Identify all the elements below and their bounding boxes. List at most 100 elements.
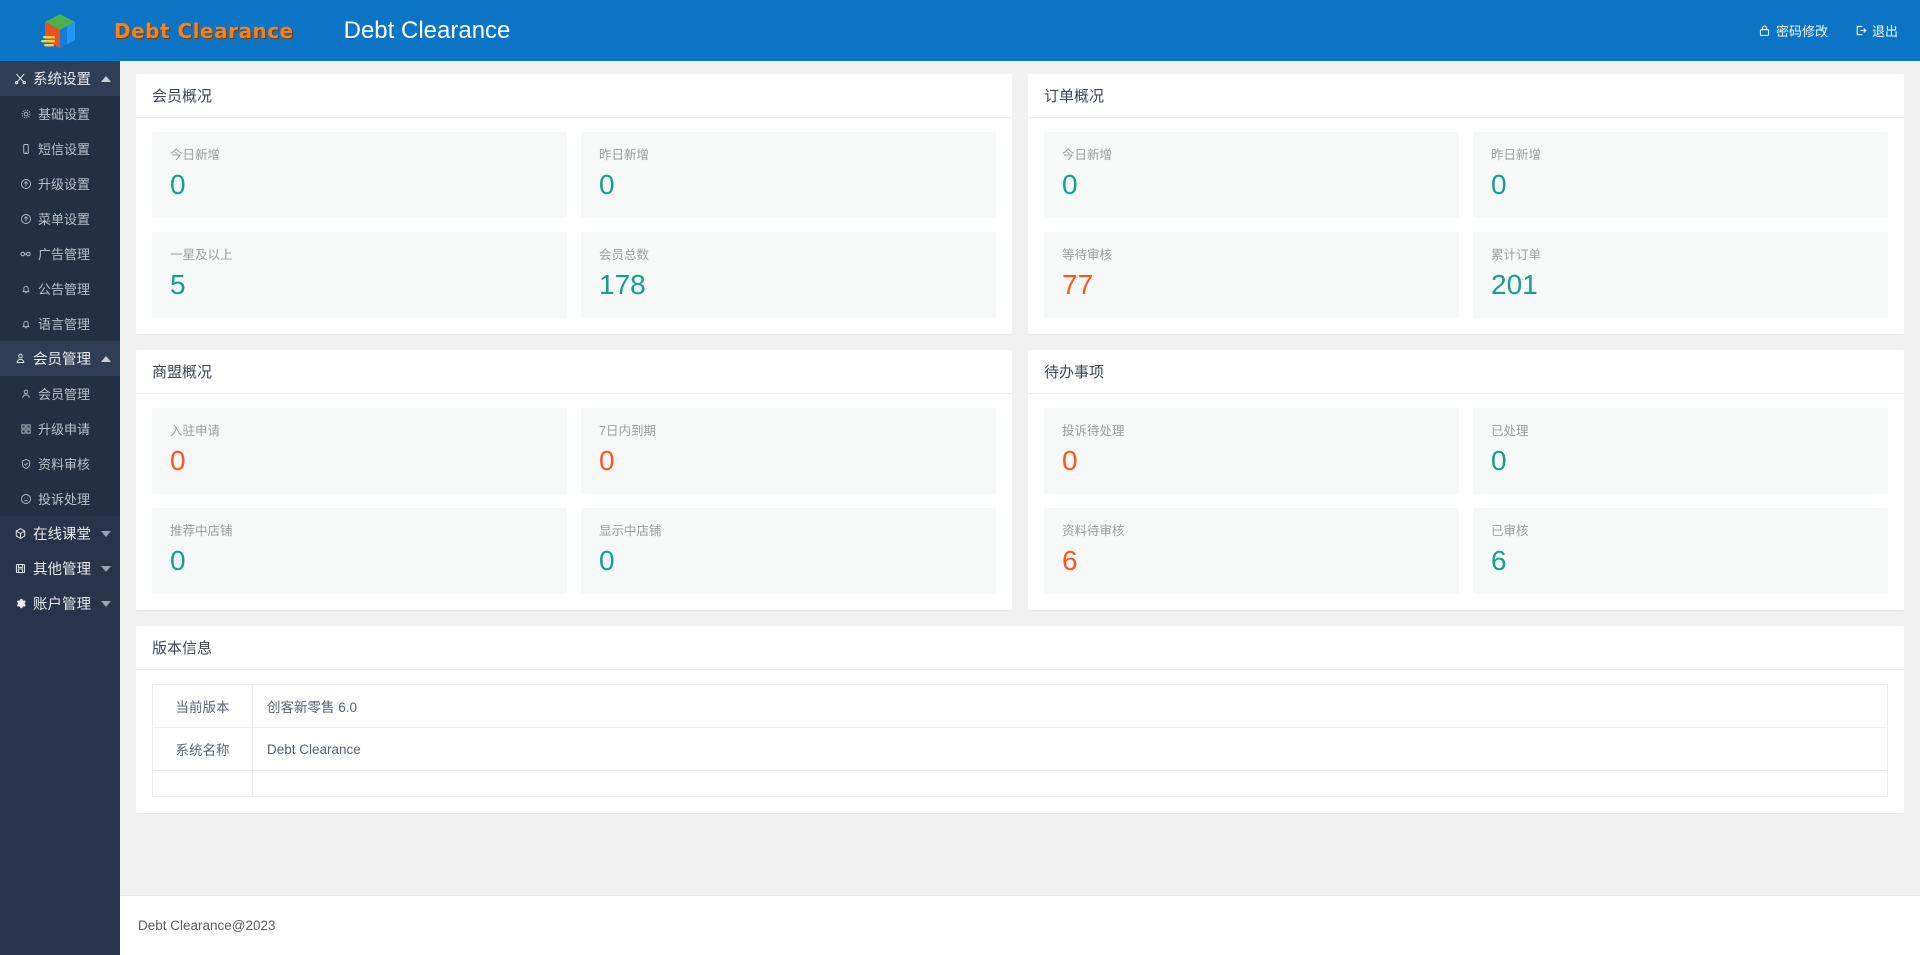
app-title: Debt Clearance xyxy=(343,16,511,44)
sidebar-item-label: 升级申请 xyxy=(38,422,91,437)
stat-card-order-yesterday[interactable]: 昨日新增 0 xyxy=(1473,132,1888,218)
stat-value: 0 xyxy=(599,545,615,576)
version-row-key: 当前版本 xyxy=(152,684,253,728)
sidebar-group-member-management[interactable]: 会员管理 xyxy=(0,341,120,376)
sidebar-item-sms-settings[interactable]: 短信设置 xyxy=(0,131,120,166)
version-row-key: 系统名称 xyxy=(152,727,253,771)
stat-label: 一星及以上 xyxy=(170,248,233,262)
sidebar-group-online-classroom[interactable]: 在线课堂 xyxy=(0,516,120,551)
overview-row-top: 会员概况 今日新增 0 昨日新增 0 一星及以上 5 会员总数 178 订单概况… xyxy=(120,61,1920,334)
stat-card-order-total[interactable]: 累计订单 201 xyxy=(1473,232,1888,318)
sidebar-item-label: 资料审核 xyxy=(38,457,91,472)
stat-card-complaints-pending[interactable]: 投诉待处理 0 xyxy=(1044,408,1459,494)
stat-value: 5 xyxy=(170,269,186,300)
stat-label: 已处理 xyxy=(1491,424,1529,438)
sidebar-item-language-management[interactable]: 语言管理 xyxy=(0,306,120,341)
stat-value: 0 xyxy=(170,169,186,200)
stat-card-alliance-recommended-shops[interactable]: 推荐中店铺 0 xyxy=(152,508,567,594)
stat-card-documents-pending-review[interactable]: 资料待审核 6 xyxy=(1044,508,1459,594)
member-overview-panel: 会员概况 今日新增 0 昨日新增 0 一星及以上 5 会员总数 178 xyxy=(136,74,1012,334)
up-circle-icon xyxy=(18,213,33,225)
cube-icon xyxy=(12,527,28,540)
version-row-value: Debt Clearance xyxy=(252,727,1888,771)
stat-value: 77 xyxy=(1062,269,1094,300)
sidebar-item-menu-settings[interactable]: 菜单设置 xyxy=(0,201,120,236)
stat-label: 昨日新增 xyxy=(1491,148,1542,162)
sidebar-item-upgrade-application[interactable]: 升级申请 xyxy=(0,411,120,446)
version-row-value xyxy=(252,770,1888,797)
stat-value: 0 xyxy=(1491,445,1507,476)
stat-label: 今日新增 xyxy=(170,148,221,162)
change-password-label: 密码修改 xyxy=(1775,24,1828,39)
panel-title: 商盟概况 xyxy=(136,350,1012,394)
sidebar-item-ad-management[interactable]: 广告管理 xyxy=(0,236,120,271)
chevron-up-icon xyxy=(101,355,111,362)
stat-value: 0 xyxy=(1491,169,1507,200)
sidebar-group-label: 其他管理 xyxy=(33,562,91,578)
stat-card-complaints-handled[interactable]: 已处理 0 xyxy=(1473,408,1888,494)
stat-card-alliance-applications[interactable]: 入驻申请 0 xyxy=(152,408,567,494)
sidebar-item-announcement-management[interactable]: 公告管理 xyxy=(0,271,120,306)
stat-value: 0 xyxy=(599,169,615,200)
scissors-icon xyxy=(12,72,28,85)
chevron-down-icon xyxy=(101,565,111,572)
stat-card-documents-reviewed[interactable]: 已审核 6 xyxy=(1473,508,1888,594)
user-badge-icon xyxy=(12,352,28,365)
panel-title: 版本信息 xyxy=(136,626,1904,670)
chevron-down-icon xyxy=(101,600,111,607)
mobile-icon xyxy=(18,143,33,155)
stat-value: 201 xyxy=(1491,269,1538,300)
sidebar-group-label: 在线课堂 xyxy=(33,527,91,543)
table-row xyxy=(152,770,1888,797)
sidebar-item-label: 升级设置 xyxy=(38,177,91,192)
stat-value: 6 xyxy=(1062,545,1078,576)
stat-value: 6 xyxy=(1491,545,1507,576)
stat-card-member-total[interactable]: 会员总数 178 xyxy=(581,232,996,318)
sidebar: 系统设置 基础设置 短信设置 升级设置 菜单设置 广告管理 公告管理 语言管理 … xyxy=(0,61,120,955)
stat-value: 0 xyxy=(1062,445,1078,476)
sidebar-item-document-review[interactable]: 资料审核 xyxy=(0,446,120,481)
member-overview-grid: 今日新增 0 昨日新增 0 一星及以上 5 会员总数 178 xyxy=(152,132,996,318)
logout-label: 退出 xyxy=(1871,24,1898,39)
todo-panel: 待办事项 投诉待处理 0 已处理 0 资料待审核 6 已审核 6 xyxy=(1028,350,1904,610)
stat-card-order-pending-review[interactable]: 等待审核 77 xyxy=(1044,232,1459,318)
logout-button[interactable]: 退出 xyxy=(1854,21,1898,40)
chevron-down-icon xyxy=(101,530,111,537)
save-icon xyxy=(12,562,28,575)
stat-value: 0 xyxy=(170,545,186,576)
stat-value: 0 xyxy=(1062,169,1078,200)
sidebar-item-basic-settings[interactable]: 基础设置 xyxy=(0,96,120,131)
sidebar-item-member-management[interactable]: 会员管理 xyxy=(0,376,120,411)
panel-title: 订单概况 xyxy=(1028,74,1904,118)
stat-card-alliance-visible-shops[interactable]: 显示中店铺 0 xyxy=(581,508,996,594)
user-icon xyxy=(18,388,33,400)
stat-value: 178 xyxy=(599,269,646,300)
stat-card-order-today[interactable]: 今日新增 0 xyxy=(1044,132,1459,218)
bell-icon xyxy=(18,318,33,330)
stat-card-member-today[interactable]: 今日新增 0 xyxy=(152,132,567,218)
panel-title: 待办事项 xyxy=(1028,350,1904,394)
version-info-panel: 版本信息 当前版本 创客新零售 6.0 系统名称 Debt Clearance xyxy=(136,626,1904,813)
cube-logo-icon xyxy=(41,13,75,48)
main-content: 会员概况 今日新增 0 昨日新增 0 一星及以上 5 会员总数 178 订单概况… xyxy=(120,61,1920,955)
stat-card-member-one-star-plus[interactable]: 一星及以上 5 xyxy=(152,232,567,318)
sidebar-group-system-settings[interactable]: 系统设置 xyxy=(0,61,120,96)
sidebar-group-account-management[interactable]: 账户管理 xyxy=(0,586,120,621)
brand-logo-container[interactable] xyxy=(0,0,120,61)
sidebar-group-other-management[interactable]: 其他管理 xyxy=(0,551,120,586)
stat-label: 投诉待处理 xyxy=(1062,424,1125,438)
sad-face-icon xyxy=(18,493,33,505)
order-overview-panel: 订单概况 今日新增 0 昨日新增 0 等待审核 77 累计订单 201 xyxy=(1028,74,1904,334)
alliance-overview-grid: 入驻申请 0 7日内到期 0 推荐中店铺 0 显示中店铺 0 xyxy=(152,408,996,594)
lock-icon xyxy=(1758,24,1771,37)
stat-label: 已审核 xyxy=(1491,524,1529,538)
sidebar-item-label: 语言管理 xyxy=(38,317,91,332)
sidebar-item-complaint-handling[interactable]: 投诉处理 xyxy=(0,481,120,516)
stat-label: 昨日新增 xyxy=(599,148,650,162)
stat-label: 推荐中店铺 xyxy=(170,524,233,538)
change-password-button[interactable]: 密码修改 xyxy=(1758,21,1828,40)
brand-text: Debt Clearance xyxy=(114,18,294,43)
sidebar-item-upgrade-settings[interactable]: 升级设置 xyxy=(0,166,120,201)
stat-card-member-yesterday[interactable]: 昨日新增 0 xyxy=(581,132,996,218)
stat-card-alliance-expiring-7days[interactable]: 7日内到期 0 xyxy=(581,408,996,494)
